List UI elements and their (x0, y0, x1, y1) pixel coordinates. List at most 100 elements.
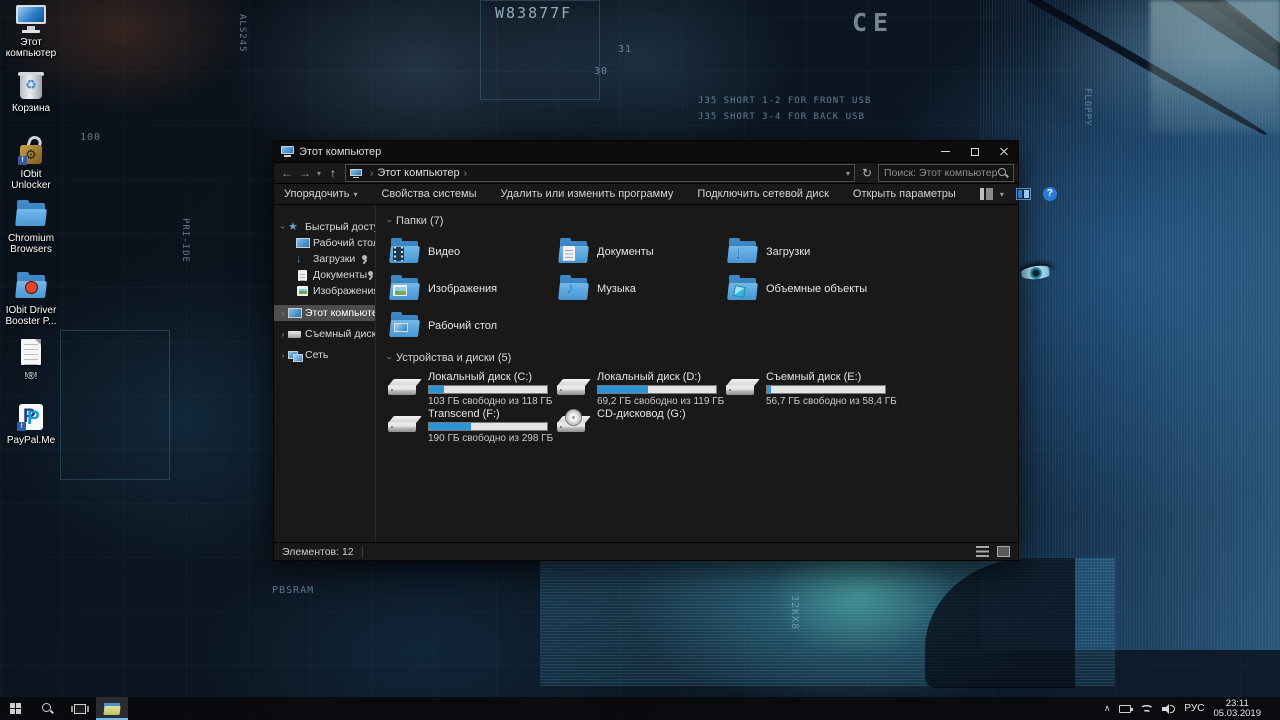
wallpaper-jumper-label: J35 SHORT 3-4 FOR BACK USB (698, 112, 865, 122)
expand-chevron-icon[interactable]: › (279, 222, 288, 232)
volume-icon[interactable] (1162, 704, 1175, 714)
collapse-chevron-icon: › (385, 215, 395, 227)
hdd-icon (388, 376, 422, 398)
organize-menu[interactable]: Упорядочить▾ (284, 188, 357, 200)
system-tray: ∧ РУС 23:11 05.03.2019 (1104, 697, 1280, 720)
navigation-pane: › ★ Быстрый доступ Рабочий стол ↓ Загруз… (274, 205, 375, 542)
folder-tile-video[interactable]: Видео (388, 233, 557, 270)
desktop-icon-label: IObit Driver Booster P... (0, 305, 62, 327)
task-view-button[interactable] (64, 697, 96, 720)
expand-chevron-icon[interactable]: › (278, 309, 288, 318)
chevron-down-icon: ▾ (353, 190, 357, 199)
drive-tile-g[interactable]: CD-дисковод (G:) (557, 407, 726, 444)
hdd-icon (726, 376, 760, 398)
sidebar-item-this-pc[interactable]: › Этот компьютер (274, 305, 375, 321)
wallpaper-ce-mark: CE (852, 8, 894, 37)
drive-tile-e[interactable]: Съемный диск (E:) 56,7 ГБ свободно из 58… (726, 370, 906, 407)
close-button[interactable] (989, 141, 1018, 162)
search-icon (998, 168, 1008, 178)
map-network-drive-button[interactable]: Подключить сетевой диск (697, 188, 828, 200)
desktop-icon-iobit-unlocker[interactable]: ⚙f IObit Unlocker (0, 136, 62, 191)
wifi-icon[interactable] (1140, 704, 1153, 714)
star-icon: ★ (288, 222, 301, 233)
expand-chevron-icon[interactable]: › (278, 330, 288, 339)
sidebar-item-pictures[interactable]: Изображения (274, 283, 375, 299)
help-button[interactable]: ? (1043, 187, 1057, 201)
back-button[interactable]: ← (278, 166, 296, 180)
desktop-icon-recycle-bin[interactable]: ♻ Корзина (0, 70, 62, 114)
time: 23:11 (1213, 699, 1261, 709)
address-dropdown-icon[interactable]: ▾ (846, 169, 850, 178)
breadcrumb-chevron-icon[interactable]: › (464, 168, 467, 179)
details-view-icon[interactable] (976, 546, 989, 557)
desktop-icon-driver-booster[interactable]: IObit Driver Booster P... (0, 272, 62, 327)
drive-tile-d[interactable]: Локальный диск (D:) 69,2 ГБ свободно из … (557, 370, 726, 407)
up-button[interactable]: ↑ (324, 166, 342, 180)
windows-logo-icon (10, 703, 22, 715)
face-eye (1019, 264, 1054, 280)
pin-icon (367, 271, 375, 280)
folder-tile-3d-objects[interactable]: Объемные объекты (726, 270, 906, 307)
minimize-button[interactable] (931, 141, 960, 162)
desktop-icon-label: Chromium Browsers (0, 233, 62, 255)
sidebar-item-removable-disk[interactable]: › Съемный диск (E:) (274, 326, 375, 342)
capacity-bar (766, 385, 886, 394)
sidebar-item-downloads[interactable]: ↓ Загрузки (274, 251, 375, 267)
usb-device-icon[interactable] (1119, 705, 1131, 713)
clock[interactable]: 23:11 05.03.2019 (1213, 699, 1261, 719)
chevron-down-icon: ▾ (1000, 190, 1004, 199)
folder-tile-music[interactable]: ♪ Музыка (557, 270, 726, 307)
thumbnails-view-icon[interactable] (997, 546, 1010, 557)
desktop-icon-paypal[interactable]: PPf PayPal.Me (0, 402, 62, 446)
address-bar[interactable]: › Этот компьютер › ▾ (345, 164, 855, 182)
folder-tile-documents[interactable]: Документы (557, 233, 726, 270)
folder-tile-desktop[interactable]: Рабочий стол (388, 307, 557, 344)
music-folder-icon: ♪ (557, 275, 591, 302)
refresh-button[interactable]: ↻ (858, 166, 876, 180)
capacity-bar (597, 385, 717, 394)
window-title: Этот компьютер (299, 146, 381, 158)
uninstall-program-button[interactable]: Удалить или изменить программу (501, 188, 674, 200)
taskbar-file-explorer-button[interactable] (96, 697, 128, 720)
wallpaper-ide-label: PRI-IDE (180, 218, 190, 263)
desktop-icon-text-file[interactable]: !®! (0, 338, 62, 382)
view-toggle-icon (980, 188, 993, 200)
start-button[interactable] (0, 697, 32, 720)
minimize-icon (941, 151, 950, 152)
language-indicator[interactable]: РУС (1184, 703, 1204, 714)
open-settings-button[interactable]: Открыть параметры (853, 188, 956, 200)
tray-overflow-chevron-icon[interactable]: ∧ (1104, 703, 1111, 714)
preview-pane-button[interactable] (1016, 188, 1031, 200)
sidebar-item-documents[interactable]: Документы (274, 267, 375, 283)
expand-chevron-icon[interactable]: › (278, 351, 288, 360)
sidebar-item-desktop[interactable]: Рабочий стол (274, 235, 375, 251)
sidebar-item-network[interactable]: › Сеть (274, 347, 375, 363)
title-bar[interactable]: Этот компьютер (274, 141, 1018, 162)
breadcrumb[interactable]: Этот компьютер (377, 167, 459, 179)
system-properties-button[interactable]: Свойства системы (381, 188, 476, 200)
forward-button[interactable]: → (296, 166, 314, 180)
recent-locations-button[interactable]: ▾ (314, 169, 324, 178)
search-input[interactable]: Поиск: Этот компьютер (878, 164, 1014, 182)
drive-tile-c[interactable]: Локальный диск (C:) 103 ГБ свободно из 1… (388, 370, 557, 407)
wallpaper-glow (1150, 0, 1280, 132)
folder-tile-pictures[interactable]: Изображения (388, 270, 557, 307)
this-pc-icon (14, 4, 48, 34)
desktop-icon-this-pc[interactable]: Этот компьютер (0, 4, 62, 59)
drives-group-header[interactable]: › Устройства и диски (5) (384, 352, 1018, 364)
wallpaper-number: 30 (594, 66, 608, 77)
monitor-icon (288, 308, 301, 319)
wallpaper-pbsram-label: PBSRAM (272, 585, 314, 596)
folders-group-header[interactable]: › Папки (7) (384, 215, 1018, 227)
taskbar-search-button[interactable] (32, 697, 64, 720)
maximize-button[interactable] (960, 141, 989, 162)
change-view-button[interactable]: ▾ (980, 188, 1004, 200)
pictures-icon (296, 286, 309, 297)
drive-tile-f[interactable]: Transcend (F:) 190 ГБ свободно из 298 ГБ (388, 407, 557, 444)
sidebar-item-quick-access[interactable]: › ★ Быстрый доступ (274, 219, 375, 235)
desktop-icon-chromium-browsers[interactable]: Chromium Browsers (0, 200, 62, 255)
downloads-folder-icon: ↓ (726, 238, 760, 265)
close-icon (999, 147, 1009, 157)
capacity-bar (428, 422, 548, 431)
folder-tile-downloads[interactable]: ↓ Загрузки (726, 233, 906, 270)
